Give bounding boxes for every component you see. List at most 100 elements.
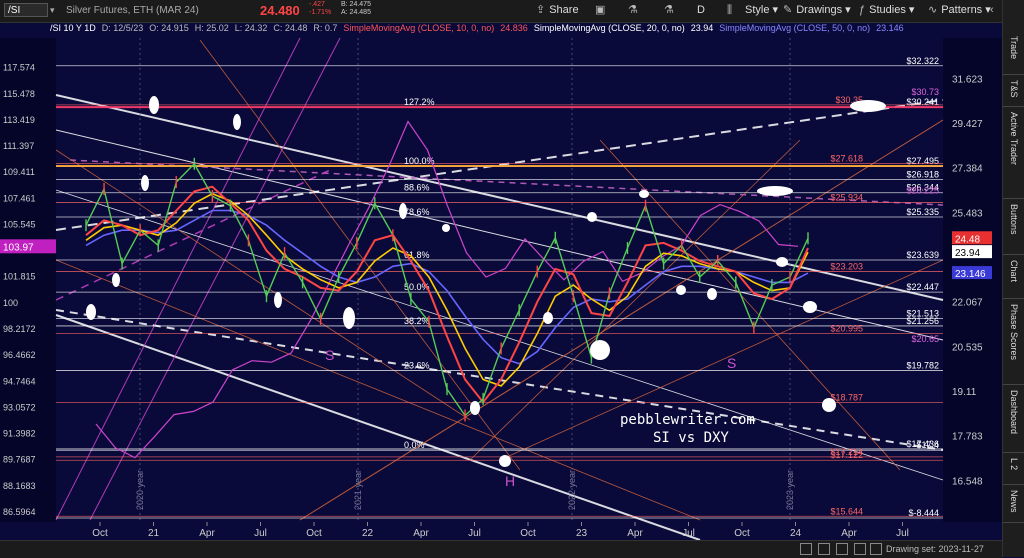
chevron-left-icon: ‹ bbox=[990, 4, 994, 16]
pivot-marker bbox=[112, 273, 120, 287]
study-info-item: SimpleMovingAvg (CLOSE, 50, 0, no) bbox=[719, 23, 871, 33]
left-axis-tick: 111.397 bbox=[3, 141, 34, 151]
chart-plot[interactable]: 2020 year 2021 year 2022 year 2023 year $32… bbox=[0, 0, 1002, 540]
flask-button[interactable]: ⚗ bbox=[628, 2, 642, 19]
right-axis-tick: 17.783 bbox=[952, 432, 983, 443]
settings-icon[interactable] bbox=[870, 543, 882, 555]
flask-icon: ⚗ bbox=[628, 4, 638, 16]
left-axis-tick: 88.1683 bbox=[3, 481, 36, 491]
year-label: 2021 year bbox=[353, 470, 363, 510]
right-axis-tick: 22.067 bbox=[952, 298, 983, 309]
x-axis-tick: Apr bbox=[841, 528, 857, 539]
study-info-item: 24.836 bbox=[500, 23, 528, 33]
right-tab-label: Dashboard bbox=[1009, 390, 1019, 435]
symbol-description: Silver Futures, ETH (MAR 24) bbox=[66, 5, 199, 16]
drawings-label: Drawings bbox=[796, 4, 843, 16]
price-level-label: $19.782 bbox=[906, 361, 939, 371]
ask-value: A: 24.485 bbox=[341, 9, 371, 16]
right-tab-dashboard[interactable]: Dashboard bbox=[1003, 384, 1024, 453]
right-tab-buttons[interactable]: Buttons bbox=[1003, 198, 1024, 255]
pivot-marker bbox=[233, 114, 241, 130]
right-tab-label: T&S bbox=[1009, 80, 1019, 98]
studies-button[interactable]: ƒ Studies ▾ bbox=[859, 2, 914, 19]
x-axis-tick: Jul bbox=[896, 528, 909, 539]
right-tab-label: News bbox=[1009, 490, 1019, 513]
patterns-label: Patterns bbox=[941, 4, 983, 16]
price-level-label-red: $20.995 bbox=[830, 323, 863, 333]
right-tab-label: Phase Scores bbox=[1009, 304, 1019, 361]
right-axis-tick: 19.11 bbox=[952, 387, 977, 398]
x-axis-tick: Jul bbox=[682, 528, 695, 539]
top-toolbar: /SI ▾ Silver Futures, ETH (MAR 24) 24.48… bbox=[0, 0, 1002, 23]
crosshair-icon[interactable] bbox=[800, 543, 812, 555]
year-label: 2020 year bbox=[135, 470, 145, 510]
pan-icon[interactable] bbox=[854, 543, 866, 555]
left-axis-tick: 89.7687 bbox=[3, 455, 36, 465]
pivot-marker bbox=[343, 307, 355, 329]
right-tab-label: Chart bbox=[1009, 260, 1019, 283]
study-info-item: L: 24.32 bbox=[234, 23, 268, 33]
study-info-item: R: 0.7 bbox=[313, 23, 338, 33]
right-tab-l-2[interactable]: L 2 bbox=[1003, 452, 1024, 485]
style-label: Style bbox=[745, 4, 770, 16]
share-label: Share bbox=[549, 4, 579, 16]
price-level-label-red: $18.787 bbox=[830, 393, 863, 403]
study-info-bar: /SI 10 Y 1D D: 12/5/23 O: 24.915 H: 25.02 L:… bbox=[50, 23, 950, 37]
color-picker-button[interactable]: ▣ bbox=[595, 2, 609, 19]
pivot-marker bbox=[590, 340, 610, 360]
price-level-label-magenta: $26.225 bbox=[906, 186, 939, 196]
drawings-button[interactable]: ✎ Drawings ▾ bbox=[783, 2, 851, 19]
bar-style-button[interactable]: ⫼ bbox=[727, 2, 736, 19]
pattern-label: S bbox=[325, 347, 334, 363]
bottom-bar: Drawing set: 2023-11-27 bbox=[0, 540, 1002, 558]
study-info-item: 23.146 bbox=[876, 23, 904, 33]
x-axis-tick: Apr bbox=[413, 528, 429, 539]
right-axis-tick: 20.535 bbox=[952, 342, 983, 353]
fib-label: 127.2% bbox=[404, 97, 435, 107]
right-tab-news[interactable]: News bbox=[1003, 484, 1024, 523]
drawing-set-label: Drawing set: 2023-11-27 bbox=[886, 544, 984, 554]
right-axis-tick: 16.548 bbox=[952, 476, 983, 487]
zoom-in-icon[interactable] bbox=[836, 543, 848, 555]
left-axis-tick: 98.2172 bbox=[3, 324, 36, 334]
share-button[interactable]: ⇪ Share bbox=[536, 2, 579, 19]
pivot-marker bbox=[141, 175, 149, 191]
flask-alt-icon: ⚗ bbox=[664, 4, 674, 16]
left-axis-tick: 115.478 bbox=[3, 89, 35, 99]
bid-ask: B: 24.475 A: 24.485 bbox=[341, 1, 371, 17]
pivot-marker bbox=[499, 455, 511, 467]
price-level-label: $22.447 bbox=[906, 282, 939, 292]
collapse-button[interactable]: ‹ bbox=[990, 2, 998, 19]
study-info-item: D: 12/5/23 bbox=[101, 23, 144, 33]
right-tab-chart[interactable]: Chart bbox=[1003, 254, 1024, 299]
right-tab-trade[interactable]: Trade bbox=[1003, 30, 1024, 75]
x-axis-tick: 24 bbox=[790, 528, 802, 539]
right-tab-label: Active Trader bbox=[1009, 112, 1019, 166]
zoom-out-icon[interactable] bbox=[818, 543, 830, 555]
pivot-marker bbox=[149, 96, 159, 114]
studies-icon: ƒ bbox=[859, 4, 866, 16]
left-axis-tick: 105.545 bbox=[3, 219, 36, 229]
symbol-dropdown-icon[interactable]: ▾ bbox=[50, 5, 55, 16]
right-tab-phase-scores[interactable]: Phase Scores bbox=[1003, 298, 1024, 385]
right-tab-active-trader[interactable]: Active Trader bbox=[1003, 106, 1024, 199]
right-side-tabs: Trade T&S Active Trader Buttons Chart Phase S… bbox=[1002, 0, 1024, 557]
patterns-button[interactable]: ∿ Patterns ▾ bbox=[928, 2, 991, 19]
study-info-item: 23.94 bbox=[690, 23, 714, 33]
year-label: 2022 year bbox=[567, 470, 577, 510]
aggregation-button[interactable]: D bbox=[697, 2, 705, 19]
right-tab-t-s[interactable]: T&S bbox=[1003, 74, 1024, 107]
pencil-icon: ✎ bbox=[783, 4, 793, 16]
palette-icon: ▣ bbox=[595, 4, 606, 16]
price-level-label-red: $25.934 bbox=[830, 192, 863, 202]
style-button[interactable]: Style ▾ bbox=[745, 2, 778, 19]
x-axis-tick: Oct bbox=[92, 528, 108, 539]
symbol-input[interactable]: /SI bbox=[4, 3, 48, 17]
right-axis-badge-value: 23.146 bbox=[955, 269, 986, 280]
pivot-marker bbox=[587, 212, 597, 222]
pivot-marker bbox=[850, 100, 886, 112]
flask-alt-button[interactable]: ⚗ bbox=[664, 2, 678, 19]
left-axis-current-value: 103.97 bbox=[3, 242, 34, 253]
fib-label: 23.6% bbox=[404, 361, 430, 371]
price-level-label-red: $15.644 bbox=[830, 506, 863, 516]
